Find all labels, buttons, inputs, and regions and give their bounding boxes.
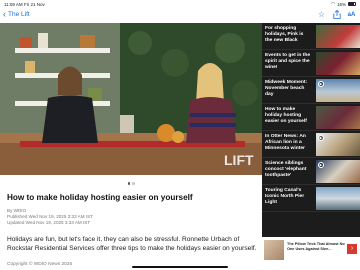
sidebar-item-title: How to make holiday hosting easier on yo… <box>265 107 307 124</box>
sidebar-thumbnail: ▶ <box>316 133 360 156</box>
nav-actions: ☆ aA <box>317 10 356 19</box>
sidebar-item-title: Midweek Moment: November beach day <box>265 80 308 97</box>
chevron-left-icon: ‹ <box>3 9 6 19</box>
status-time: 11:09 AM Fri 21 Nov <box>4 1 45 7</box>
ad-image <box>264 240 284 260</box>
sidebar-item[interactable]: How to make holiday hosting easier on yo… <box>262 104 360 131</box>
sidebar-thumbnail: ▶ <box>316 160 360 183</box>
article-body: Holidays are fun, but let's face it, the… <box>7 236 257 252</box>
nav-bar: ‹ The Lift ☆ aA <box>0 8 360 23</box>
hero-image[interactable]: LIFT <box>0 23 262 175</box>
status-right: ◠ 16% <box>331 1 356 7</box>
play-icon: ▶ <box>318 162 324 168</box>
hero-watermark: LIFT <box>224 152 254 168</box>
back-button[interactable]: ‹ The Lift <box>3 10 30 19</box>
play-icon: ▶ <box>318 81 324 87</box>
battery-percent: 16% <box>336 1 346 7</box>
sidebar-item[interactable]: In Otter News: An African lion in a Minn… <box>262 131 360 158</box>
play-icon: ▶ <box>318 135 324 141</box>
article-title: How to make holiday hosting easier on yo… <box>7 193 193 202</box>
sidebar-item[interactable]: Midweek Moment: November beach day ▶ <box>262 77 360 104</box>
updated-date: Updated Wed Nov 19, 2025 3:33 AM IST <box>7 220 91 225</box>
back-label: The Lift <box>8 11 30 18</box>
arrow-right-icon[interactable]: › <box>347 244 357 254</box>
carousel-dots <box>0 182 262 185</box>
related-sidebar: For shopping holidays, Pink is the new B… <box>262 23 360 237</box>
article-meta: By WDIO Published Wed Nov 19, 2025 3:33 … <box>7 208 93 226</box>
bookmark-star-icon[interactable]: ☆ <box>317 10 326 19</box>
sidebar-thumbnail <box>316 25 360 48</box>
home-indicator <box>132 266 228 268</box>
sidebar-item-title: In Otter News: An African lion in a Minn… <box>265 134 306 151</box>
sidebar-item-title: Touring Canal's Iconic North Pier Light <box>265 188 305 205</box>
text-size-icon[interactable]: aA <box>347 10 356 19</box>
sidebar-item[interactable]: Events to get in the spirit and spice th… <box>262 50 360 77</box>
ad-text: The Pillow Trick That Almost No One Uses… <box>287 242 345 251</box>
sidebar-item-title: Science siblings concoct 'elephant tooth… <box>265 161 307 178</box>
sidebar-thumbnail <box>316 106 360 129</box>
status-bar: 11:09 AM Fri 21 Nov ◠ 16% <box>0 0 360 8</box>
sidebar-item[interactable]: For shopping holidays, Pink is the new B… <box>262 23 360 50</box>
carousel-dot[interactable] <box>132 182 135 185</box>
sidebar-thumbnail <box>316 187 360 210</box>
sidebar-item-title: Events to get in the spirit and spice th… <box>265 53 311 70</box>
copyright: Copyright © WDIO News 2025 <box>7 262 73 267</box>
hero-scene: LIFT <box>0 23 262 175</box>
battery-icon <box>348 2 356 6</box>
sidebar-thumbnail: ▶ <box>316 79 360 102</box>
sponsored-ad[interactable]: The Pillow Trick That Almost No One Uses… <box>262 237 360 264</box>
sidebar-item-title: For shopping holidays, Pink is the new B… <box>265 26 304 43</box>
sidebar-item[interactable]: Science siblings concoct 'elephant tooth… <box>262 158 360 185</box>
wifi-icon: ◠ <box>331 1 335 6</box>
sidebar-item[interactable]: Touring Canal's Iconic North Pier Light <box>262 185 360 212</box>
carousel-dot[interactable] <box>127 182 130 185</box>
sidebar-thumbnail <box>316 52 360 75</box>
share-icon[interactable] <box>332 10 341 19</box>
